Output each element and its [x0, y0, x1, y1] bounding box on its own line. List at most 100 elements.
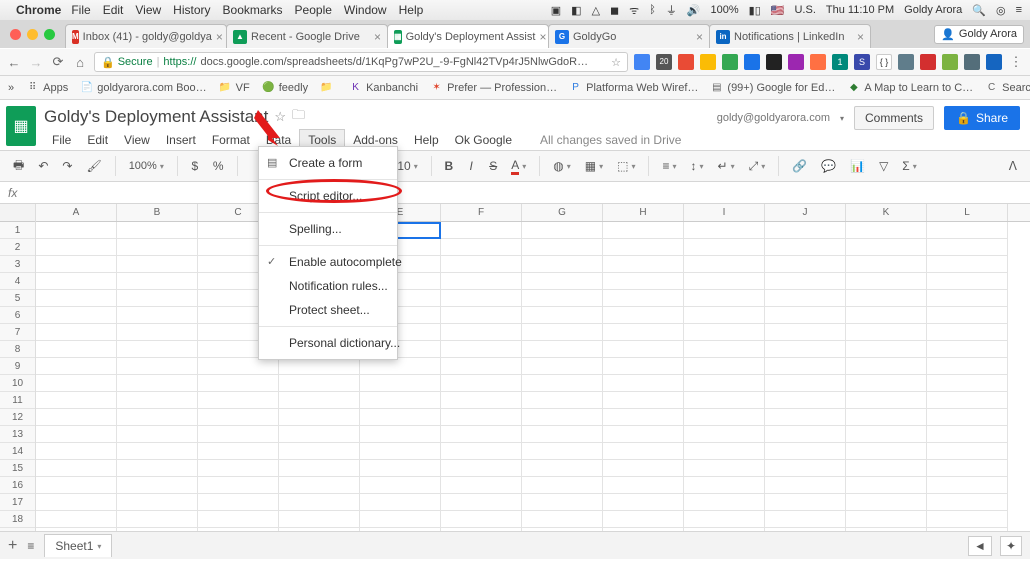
row-header[interactable]: 10 — [0, 375, 35, 392]
cell[interactable] — [927, 341, 1008, 358]
comment-icon[interactable]: 💬 — [816, 155, 841, 177]
extension-icon[interactable] — [700, 54, 716, 70]
extension-icon[interactable] — [942, 54, 958, 70]
cell[interactable] — [846, 273, 927, 290]
cell[interactable] — [765, 375, 846, 392]
cell[interactable] — [36, 307, 117, 324]
cell[interactable] — [360, 443, 441, 460]
mac-menu-history[interactable]: History — [173, 3, 210, 17]
cell[interactable] — [765, 494, 846, 511]
cell[interactable] — [117, 290, 198, 307]
bookmark-item[interactable]: 📁 — [320, 81, 337, 94]
text-color-icon[interactable]: A — [506, 155, 531, 177]
tab-close-icon[interactable]: × — [539, 30, 546, 44]
cell[interactable] — [117, 494, 198, 511]
column-header[interactable]: L — [927, 204, 1008, 221]
cell[interactable] — [441, 392, 522, 409]
account-email[interactable]: goldy@goldyarora.com — [717, 112, 830, 124]
browser-tab[interactable]: ▲Recent - Google Drive× — [226, 24, 388, 48]
comments-button[interactable]: Comments — [854, 106, 934, 130]
battery-icon[interactable]: ▮▯ — [749, 4, 761, 17]
cell[interactable] — [927, 358, 1008, 375]
select-all-corner[interactable] — [0, 204, 35, 222]
cell[interactable] — [522, 290, 603, 307]
cell[interactable] — [36, 426, 117, 443]
cell[interactable] — [441, 222, 522, 239]
extension-icon[interactable]: { } — [876, 54, 892, 70]
cell[interactable] — [684, 273, 765, 290]
cell[interactable] — [441, 477, 522, 494]
bookmark-item[interactable]: 📄goldyarora.com Boo… — [80, 81, 206, 94]
cell[interactable] — [117, 443, 198, 460]
bookmark-item[interactable]: 📁VF — [219, 81, 250, 94]
battery-pct[interactable]: 100% — [711, 4, 739, 16]
mac-menu-bookmarks[interactable]: Bookmarks — [223, 3, 283, 17]
cell[interactable] — [603, 324, 684, 341]
cell[interactable] — [846, 239, 927, 256]
row-header[interactable]: 17 — [0, 494, 35, 511]
cell[interactable] — [198, 392, 279, 409]
cell[interactable] — [36, 222, 117, 239]
bookmark-item[interactable]: 🟢feedly — [262, 81, 308, 94]
cell[interactable] — [441, 443, 522, 460]
row-header[interactable]: 9 — [0, 358, 35, 375]
tools-menu-personal-dictionary[interactable]: Personal dictionary... — [259, 331, 397, 355]
valign-icon[interactable]: ↕ — [685, 155, 708, 177]
spotlight-icon[interactable]: 🔍 — [972, 4, 986, 17]
cell[interactable] — [765, 290, 846, 307]
add-sheet-button[interactable]: + — [8, 537, 17, 555]
cell[interactable] — [927, 511, 1008, 528]
scroll-left-icon[interactable]: ◄ — [968, 536, 992, 556]
cell[interactable] — [684, 358, 765, 375]
bookmark-item[interactable]: KKanbanchi — [349, 81, 418, 94]
cell[interactable] — [441, 324, 522, 341]
cell[interactable] — [522, 477, 603, 494]
wifi-icon[interactable]: ⏚ — [666, 2, 677, 18]
cell[interactable] — [279, 375, 360, 392]
cell[interactable] — [360, 460, 441, 477]
cell[interactable] — [279, 392, 360, 409]
cell[interactable] — [117, 341, 198, 358]
cell[interactable] — [684, 256, 765, 273]
cell[interactable] — [198, 426, 279, 443]
home-button[interactable]: ⌂ — [72, 54, 88, 70]
cell[interactable] — [684, 239, 765, 256]
bookmark-item[interactable]: ✶Prefer — Profession… — [430, 81, 557, 94]
mac-menu-help[interactable]: Help — [399, 3, 424, 17]
bookmark-item[interactable]: ▤(99+) Google for Ed… — [710, 81, 835, 94]
siri-icon[interactable]: ◎ — [996, 4, 1006, 17]
cell[interactable] — [36, 511, 117, 528]
row-header[interactable]: 14 — [0, 443, 35, 460]
cell[interactable] — [684, 307, 765, 324]
cell[interactable] — [684, 426, 765, 443]
status-icon[interactable]: △ — [592, 4, 600, 17]
row-header[interactable]: 4 — [0, 273, 35, 290]
cell[interactable] — [846, 409, 927, 426]
cell[interactable] — [684, 222, 765, 239]
bookmark-item[interactable]: ◆A Map to Learn to C… — [847, 81, 973, 94]
cell[interactable] — [522, 443, 603, 460]
row-header[interactable]: 1 — [0, 222, 35, 239]
cell[interactable] — [36, 460, 117, 477]
cell[interactable] — [522, 392, 603, 409]
mac-menu-file[interactable]: File — [71, 3, 90, 17]
cell[interactable] — [927, 222, 1008, 239]
zoom-selector[interactable]: 100% — [124, 155, 169, 177]
bookmarks-overflow[interactable]: » — [8, 82, 14, 94]
cell[interactable] — [279, 443, 360, 460]
move-folder-icon[interactable]: 🗀 — [292, 106, 305, 128]
browser-tab[interactable]: inNotifications | LinkedIn× — [709, 24, 871, 48]
column-header[interactable]: G — [522, 204, 603, 221]
row-header[interactable]: 8 — [0, 341, 35, 358]
cell[interactable] — [36, 290, 117, 307]
cell[interactable] — [603, 477, 684, 494]
cell[interactable] — [846, 443, 927, 460]
functions-icon[interactable]: Σ — [897, 155, 921, 177]
menu-view[interactable]: View — [116, 130, 158, 150]
cell[interactable] — [846, 375, 927, 392]
row-header[interactable]: 5 — [0, 290, 35, 307]
cell[interactable] — [279, 409, 360, 426]
bookmark-star-icon[interactable]: ☆ — [611, 56, 621, 69]
cell[interactable] — [441, 409, 522, 426]
cell[interactable] — [198, 358, 279, 375]
